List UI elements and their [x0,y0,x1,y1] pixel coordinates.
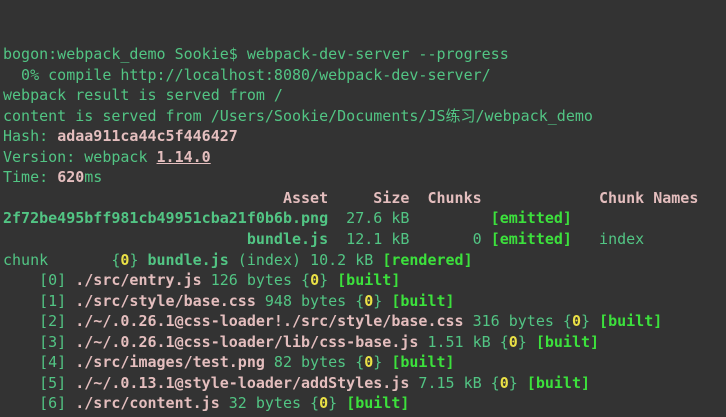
terminal-text-segment: [built] [599,312,662,330]
terminal-text-segment: Time: [3,168,57,186]
terminal-text-segment: ./src/content.js [75,394,220,412]
terminal-text-segment: 0 [319,394,328,412]
terminal-output: bogon:webpack_demo Sookie$ webpack-dev-s… [3,44,726,417]
terminal-text-segment: 0 [364,292,373,310]
terminal-line: [5] ./~/.0.13.1@style-loader/addStyles.j… [3,373,726,394]
terminal-text-segment: adaa911ca44c5f446427 [57,127,238,145]
terminal-text-segment: ./~/.0.13.1@style-loader/addStyles.js [75,374,409,392]
terminal-text-segment: chunk { [3,251,120,269]
terminal-line: bundle.js 12.1 kB 0 [emitted] index [3,229,726,250]
terminal-text-segment: } [581,312,599,330]
terminal-line: [2] ./~/.0.26.1@css-loader!./src/style/b… [3,311,726,332]
terminal-line: [1] ./src/style/base.css 948 bytes {0} [… [3,291,726,312]
terminal-text-segment: (index) 10.2 kB [229,251,383,269]
terminal-text-segment: } [129,251,147,269]
terminal-text-segment: [built] [346,394,409,412]
terminal-text-segment: 1.51 kB { [418,333,508,351]
terminal-text-segment: } [373,292,391,310]
terminal-text-segment: 0% compile http://localhost:8080/webpack… [3,66,491,84]
terminal-text-segment: bogon:webpack_demo Sookie$ webpack-dev-s… [3,45,509,63]
terminal-text-segment: } [319,271,337,289]
terminal-text-segment: [rendered] [382,251,472,269]
terminal-text-segment: [3] [3,333,75,351]
terminal-text-segment: [0] [3,271,75,289]
terminal-text-segment: ./src/images/test.png [75,353,265,371]
terminal-text-segment: [built] [536,333,599,351]
terminal-line: 0% compile http://localhost:8080/webpack… [3,65,726,86]
terminal-text-segment: [1] [3,292,75,310]
terminal-line: content is served from /Users/Sookie/Doc… [3,106,726,127]
terminal-text-segment: 0 [364,353,373,371]
terminal-text-segment: ./~/.0.26.1@css-loader/lib/css-base.js [75,333,418,351]
terminal-text-segment: content is served from /Users/Sookie/Doc… [3,107,593,125]
terminal-text-segment: [emitted] [491,230,572,248]
terminal-line: [6] ./src/content.js 32 bytes {0} [built… [3,393,726,414]
terminal-text-segment: ./src/style/base.css [75,292,256,310]
terminal-line: webpack result is served from / [3,85,726,106]
terminal-text-segment: Asset Size Chunks Chunk Names [3,189,698,207]
terminal-text-segment: index [572,230,644,248]
terminal-text-segment: 27.6 kB [328,209,491,227]
terminal-text-segment: [4] [3,353,75,371]
terminal-text-segment: [built] [337,271,400,289]
terminal-text-segment: ./src/entry.js [75,271,201,289]
terminal-text-segment: Version: webpack [3,148,157,166]
terminal-text-segment: Hash: [3,127,57,145]
terminal-text-segment: 7.15 kB { [409,374,499,392]
terminal-text-segment: 2f72be495bff981cb49951cba21f0b6b.png [3,209,328,227]
terminal-line: Time: 620ms [3,167,726,188]
terminal-line: Version: webpack 1.14.0 [3,147,726,168]
terminal-text-segment: [built] [391,292,454,310]
terminal-text-segment: 0 [509,333,518,351]
terminal-line: bogon:webpack_demo Sookie$ webpack-dev-s… [3,44,726,65]
terminal-text-segment: [built] [527,374,590,392]
terminal-text-segment: 1.14.0 [157,148,211,166]
terminal-text-segment: webpack result is served from / [3,86,283,104]
terminal-line: Hash: adaa911ca44c5f446427 [3,126,726,147]
terminal-text-segment: } [373,353,391,371]
terminal-text-segment: bundle.js [247,230,328,248]
terminal-text-segment: 32 bytes { [220,394,319,412]
terminal-line: [3] ./~/.0.26.1@css-loader/lib/css-base.… [3,332,726,353]
terminal-line: [4] ./src/images/test.png 82 bytes {0} [… [3,352,726,373]
terminal-text-segment: 0 [500,374,509,392]
terminal-text-segment: bundle.js [148,251,229,269]
terminal-line: chunk {0} bundle.js (index) 10.2 kB [ren… [3,250,726,271]
terminal-text-segment: 82 bytes { [265,353,364,371]
terminal-text-segment: 316 bytes { [464,312,572,330]
terminal-text-segment: ms [84,168,102,186]
terminal-text-segment: [2] [3,312,75,330]
terminal-text-segment: 12.1 kB 0 [328,230,491,248]
terminal-line: [0] ./src/entry.js 126 bytes {0} [built] [3,270,726,291]
terminal-text-segment: 126 bytes { [202,271,310,289]
terminal-line: 2f72be495bff981cb49951cba21f0b6b.png 27.… [3,208,726,229]
terminal-window[interactable]: bogon:webpack_demo Sookie$ webpack-dev-s… [0,0,726,417]
terminal-text-segment: [emitted] [491,209,572,227]
terminal-text-segment: } [509,374,527,392]
terminal-text-segment: [6] [3,394,75,412]
terminal-text-segment: } [328,394,346,412]
terminal-text-segment: 0 [572,312,581,330]
terminal-text-segment: [built] [391,353,454,371]
terminal-text-segment [3,230,247,248]
terminal-text-segment: ./~/.0.26.1@css-loader!./src/style/base.… [75,312,463,330]
terminal-text-segment: 948 bytes { [256,292,364,310]
terminal-text-segment: 0 [310,271,319,289]
terminal-line: Asset Size Chunks Chunk Names [3,188,726,209]
terminal-text-segment: [5] [3,374,75,392]
terminal-text-segment: } [518,333,536,351]
terminal-text-segment: 620 [57,168,84,186]
